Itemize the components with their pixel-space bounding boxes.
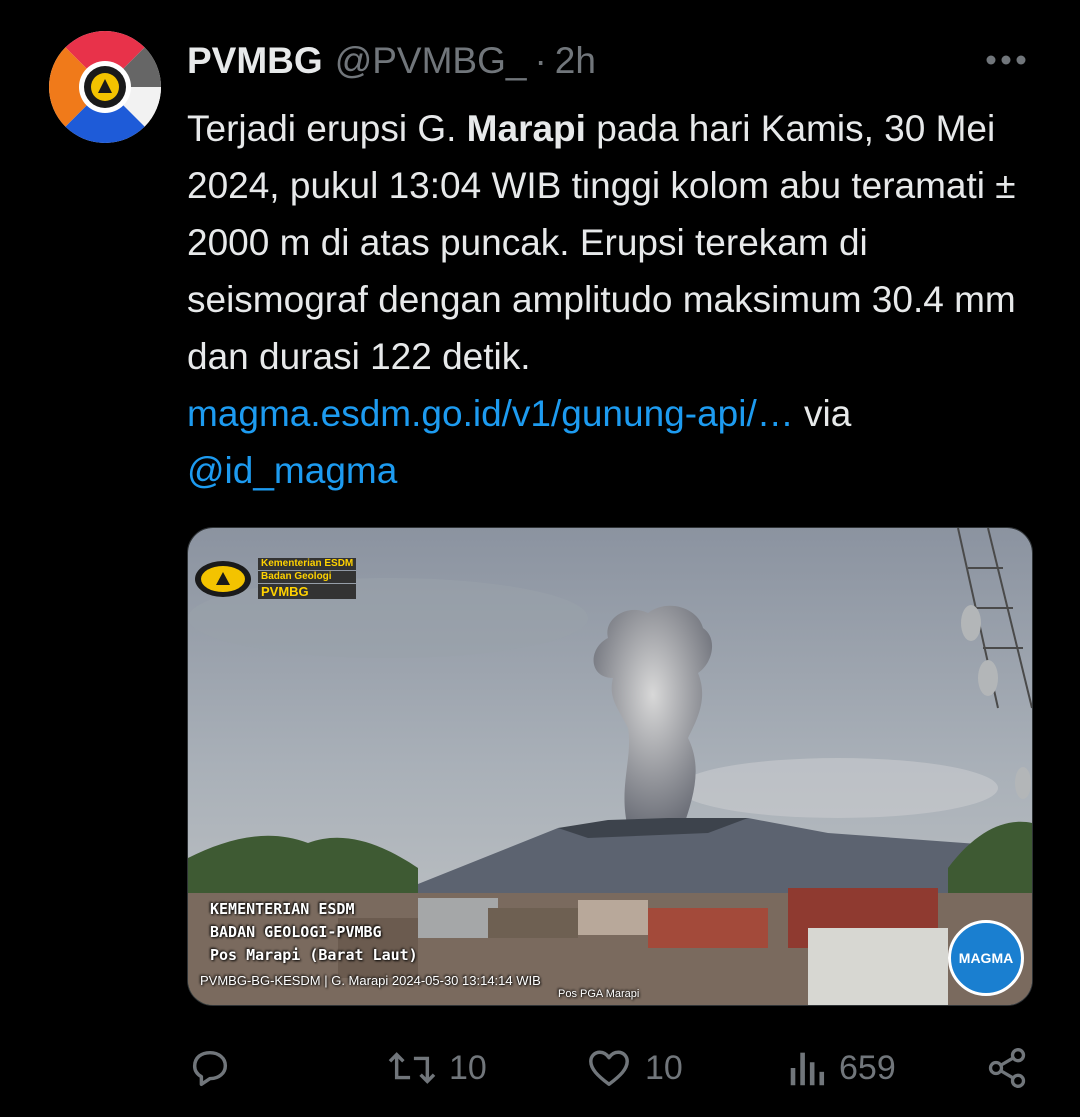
camera-overlay-text: KEMENTERIAN ESDM BADAN GEOLOGI-PVMBG Pos… [210,898,418,967]
watermark-line3: PVMBG [258,584,357,599]
reply-button[interactable] [187,1040,233,1096]
share-icon [988,1048,1026,1088]
overlay-line2: BADAN GEOLOGI-PVMBG [210,923,382,941]
watermark-line1: Kementerian ESDM [258,558,357,570]
views-count: 659 [839,1048,896,1087]
pvmbg-logo-icon [49,31,161,143]
overlay-line3: Pos Marapi (Barat Laut) [210,946,418,964]
avatar[interactable] [49,31,161,143]
retweet-icon [388,1052,436,1084]
like-count: 10 [645,1048,683,1087]
watermark-line2: Badan Geologi [258,571,357,583]
tweet-time[interactable]: 2h [555,40,596,82]
tweet-actions: 10 10 659 [187,1040,1031,1096]
retweet-button[interactable]: 10 [387,1040,487,1096]
views-icon [790,1052,825,1086]
mention-link[interactable]: @id_magma [187,450,397,491]
heart-icon [589,1050,629,1087]
tweet-image[interactable]: Kementerian ESDM Badan Geologi PVMBG KEM… [187,527,1033,1006]
overlay-line1: KEMENTERIAN ESDM [210,900,355,918]
esdm-logo-icon [195,560,251,597]
share-button[interactable] [985,1040,1029,1096]
like-button[interactable]: 10 [585,1040,683,1096]
more-dots-icon [986,55,1026,65]
magma-badge-text: MAGMA [958,950,1014,966]
pvmbg-watermark: Kementerian ESDM Badan Geologi PVMBG [194,558,357,599]
views-button[interactable]: 659 [787,1040,896,1096]
camera-location-label: Pos PGA Marapi [558,988,640,1000]
tweet-bold-word: Marapi [466,108,586,149]
retweet-count: 10 [449,1048,487,1087]
tweet-text-part1: Terjadi erupsi G. [187,108,467,149]
header-separator: · [534,40,547,81]
author-name[interactable]: PVMBG [187,40,323,82]
tweet-header: PVMBG @PVMBG_ · 2h [187,36,596,86]
reply-icon [192,1050,228,1087]
author-handle[interactable]: @PVMBG_ [335,40,527,82]
camera-timestamp: PVMBG-BG-KESDM | G. Marapi 2024-05-30 13… [200,973,541,988]
more-options-button[interactable] [982,48,1030,72]
tweet-link[interactable]: magma.esdm.go.id/v1/gunung-api/… [187,393,794,434]
tweet-text: Terjadi erupsi G. Marapi pada hari Kamis… [187,100,1027,499]
via-text: via [793,393,852,434]
magma-badge: MAGMA [948,920,1024,996]
